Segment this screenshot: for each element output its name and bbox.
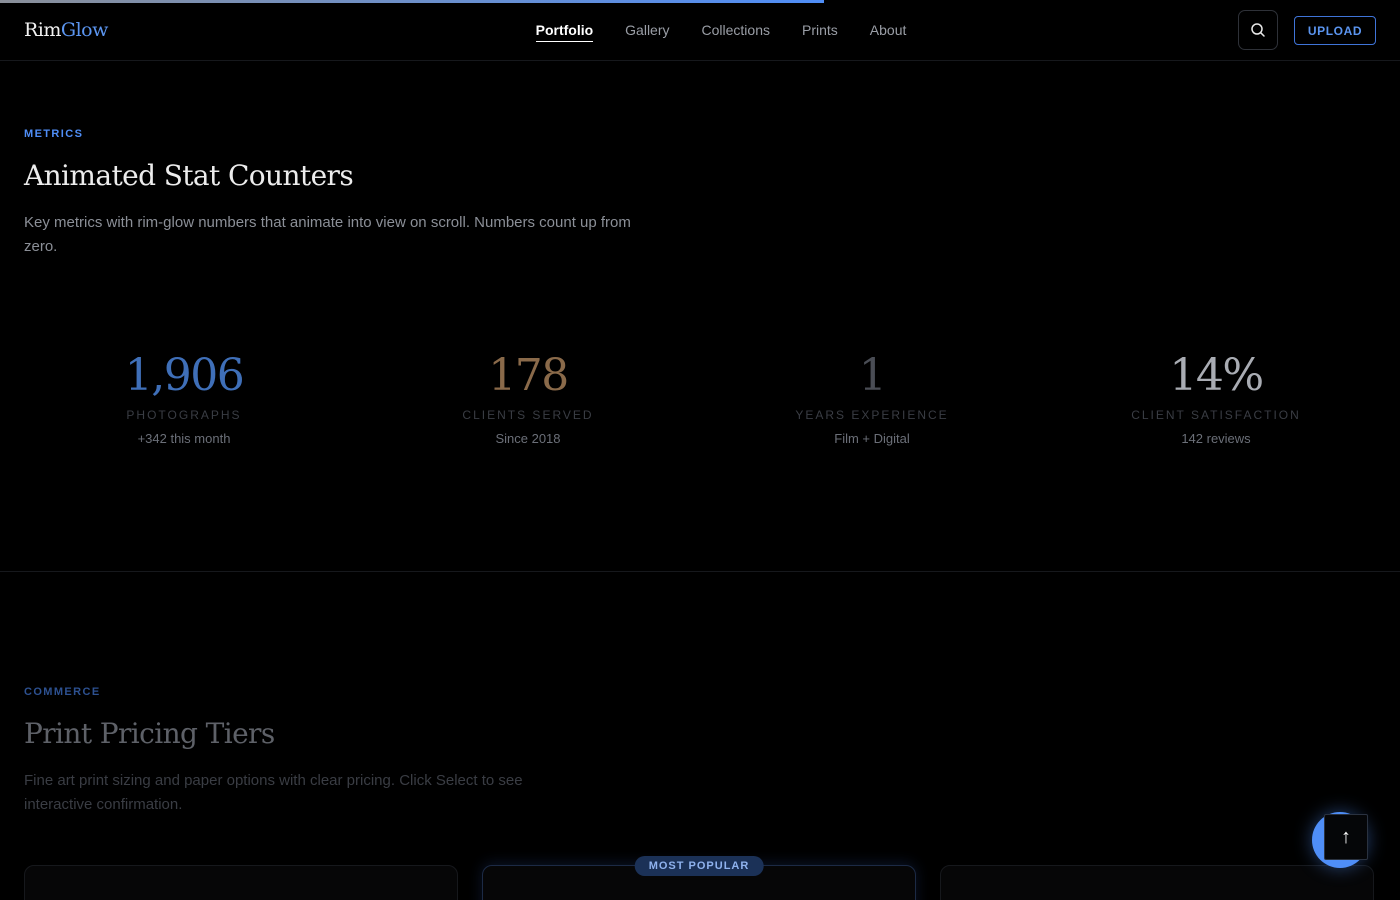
nav-item-about[interactable]: About xyxy=(870,22,907,42)
stat-label: CLIENTS SERVED xyxy=(462,408,594,422)
pricing-card xyxy=(24,865,458,900)
stat-value: 1 xyxy=(858,350,887,401)
stat-client-satisfaction: 14% CLIENT SATISFACTION 142 reviews xyxy=(1044,347,1388,446)
pricing-card-featured: MOST POPULAR xyxy=(482,856,916,900)
stat-sub: Since 2018 xyxy=(495,431,561,446)
metrics-title: Animated Stat Counters xyxy=(24,159,354,192)
commerce-description: Fine art print sizing and paper options … xyxy=(24,772,523,813)
metrics-section: METRICS Animated Stat Counters Key metri… xyxy=(0,61,1400,572)
stat-photographs: 1,906 PHOTOGRAPHS +342 this month xyxy=(12,347,356,446)
commerce-title: Print Pricing Tiers xyxy=(24,717,275,750)
main-nav: Portfolio Gallery Collections Prints Abo… xyxy=(0,22,1400,42)
metrics-description: Key metrics with rim-glow numbers that a… xyxy=(24,214,631,255)
search-button[interactable] xyxy=(1238,10,1278,50)
upload-button[interactable]: UPLOAD xyxy=(1294,16,1376,45)
metrics-eyebrow: METRICS xyxy=(24,128,84,140)
stat-value: 14% xyxy=(1169,350,1264,401)
stat-value: 178 xyxy=(488,350,569,401)
stat-sub: 142 reviews xyxy=(1181,431,1251,446)
stat-counters: 1,906 PHOTOGRAPHS +342 this month 178 CL… xyxy=(12,347,1388,446)
stat-sub: +342 this month xyxy=(137,431,231,446)
nav-item-portfolio[interactable]: Portfolio xyxy=(535,22,593,42)
scroll-progress-bar xyxy=(0,0,824,3)
pricing-cards: MOST POPULAR xyxy=(24,856,1376,900)
commerce-section: COMMERCE Print Pricing Tiers Fine art pr… xyxy=(0,572,1400,900)
most-popular-badge: MOST POPULAR xyxy=(634,856,764,876)
site-header: RimGlow Portfolio Gallery Collections Pr… xyxy=(0,0,1400,61)
stat-label: PHOTOGRAPHS xyxy=(126,408,242,422)
nav-item-gallery[interactable]: Gallery xyxy=(625,22,669,42)
back-to-top-button[interactable]: ↑ xyxy=(1312,812,1368,868)
stat-sub: Film + Digital xyxy=(834,431,910,446)
search-icon xyxy=(1251,23,1265,37)
stat-years-experience: 1 YEARS EXPERIENCE Film + Digital xyxy=(700,347,1044,446)
pricing-card xyxy=(940,865,1374,900)
nav-item-prints[interactable]: Prints xyxy=(802,22,838,42)
arrow-up-icon: ↑ xyxy=(1324,814,1368,860)
nav-item-collections[interactable]: Collections xyxy=(702,22,770,42)
stat-label: YEARS EXPERIENCE xyxy=(795,408,949,422)
commerce-eyebrow: COMMERCE xyxy=(24,686,101,698)
stat-value: 1,906 xyxy=(124,350,245,401)
stat-clients-served: 178 CLIENTS SERVED Since 2018 xyxy=(356,347,700,446)
stat-label: CLIENT SATISFACTION xyxy=(1131,408,1301,422)
